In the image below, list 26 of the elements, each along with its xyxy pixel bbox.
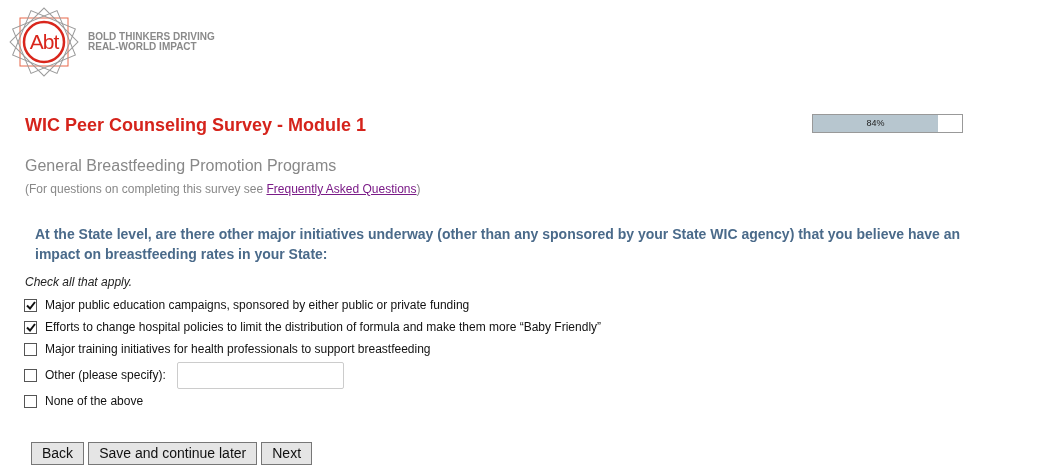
option-label: Other (please specify): (45, 367, 166, 384)
checkbox[interactable] (24, 298, 37, 312)
faq-link[interactable]: Frequently Asked Questions (266, 182, 417, 196)
option-label: Major public education campaigns, sponsored by either public or private funding (45, 297, 470, 314)
help-text: (For questions on completing this survey see Frequently Asked Questions) (25, 181, 422, 198)
logo-tagline: REAL-WORLD IMPACT (88, 42, 198, 52)
progress-reading: 84% (865, 117, 886, 130)
checkmark-icon (25, 300, 36, 310)
specify-field[interactable] (176, 361, 344, 389)
checkbox[interactable] (24, 368, 37, 382)
checkbox[interactable] (24, 394, 37, 408)
nav-button[interactable]: Back (31, 442, 85, 465)
checkbox[interactable] (24, 342, 37, 356)
question-text: At the State level, are there other major initiatives underway (other than any sponsored by your State WIC agency) that you believe have an impact on breastfeeding rates in your State: (35, 225, 962, 264)
logo-tagline: BOLD THINKERS DRIVING (88, 32, 215, 42)
survey-title: WIC Peer Counseling Survey - Module 1 (25, 114, 368, 137)
option-label: Major training initiatives for health professionals to support breastfeeding (45, 341, 431, 358)
nav-button[interactable]: Save and continue later (88, 442, 258, 465)
instruction-text: Check all that apply. (25, 274, 134, 291)
checkbox[interactable] (24, 320, 37, 334)
section-heading: General Breastfeeding Promotion Programs (25, 156, 338, 176)
checkmark-icon (25, 322, 36, 332)
nav-button[interactable]: Next (261, 442, 313, 465)
option-label: Efforts to change hospital policies to limit the distribution of formula and make them more “Baby Friendly” (45, 319, 602, 336)
logo-wordmark: Abt (28, 30, 60, 54)
option-label: None of the above (45, 393, 144, 410)
